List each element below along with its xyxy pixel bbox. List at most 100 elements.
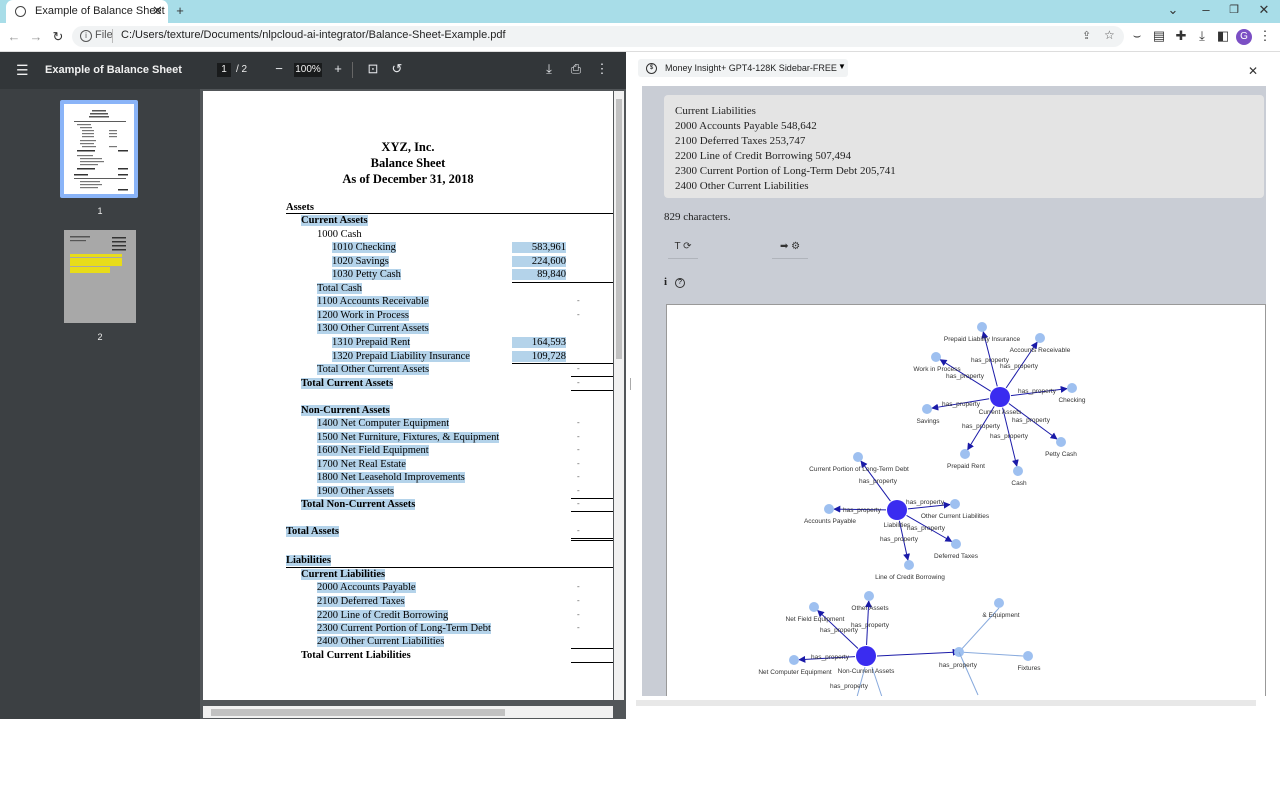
pdf-vertical-scrollbar[interactable] — [614, 91, 624, 700]
graph-node-label: Petty Cash — [1045, 451, 1077, 458]
help-icon[interactable]: ? — [675, 278, 685, 288]
graph-node-label: Accounts Receivable — [1010, 347, 1071, 354]
kebab-menu-icon[interactable]: ⋮ — [1256, 28, 1274, 44]
new-tab-button[interactable]: + — [170, 1, 190, 21]
graph-node[interactable] — [789, 655, 799, 665]
avatar[interactable]: G — [1236, 29, 1252, 45]
graph-node[interactable] — [824, 504, 834, 514]
graph-node[interactable] — [853, 452, 863, 462]
row-petty-cash: 1030 Petty Cash — [332, 269, 401, 280]
row-current-portion-ltd: 2300 Current Portion of Long-Term Debt — [317, 623, 491, 634]
value-dash: - — [577, 310, 580, 319]
tab-search-icon[interactable]: ⌄ — [1163, 0, 1183, 20]
model-name: Money Insight+ GPT4-128K Sidebar-FREE — [665, 63, 837, 73]
graph-node[interactable] — [904, 560, 914, 570]
download-icon[interactable]: ⤓ — [1193, 28, 1211, 44]
download-icon[interactable]: ⤓ — [540, 61, 558, 77]
minimize-button[interactable]: – — [1196, 0, 1216, 20]
info-icon: i — [664, 276, 668, 288]
answer-line: 2400 Other Current Liabilities — [675, 180, 809, 192]
scrollbar-thumb[interactable] — [211, 709, 505, 716]
row-cash: 1000 Cash — [317, 229, 362, 240]
address-bar[interactable]: i File C:/Users/texture/Documents/nlpclo… — [72, 26, 1124, 47]
graph-node[interactable] — [1067, 383, 1077, 393]
drag-handle[interactable] — [630, 378, 631, 390]
graph-node[interactable] — [951, 539, 961, 549]
tab-strip: Example of Balance Sheet ✕ + ⌄ – ❐ ✕ — [0, 0, 1280, 23]
thumbnail-sidebar: 1 2 — [0, 89, 200, 719]
graph-edge-label: has_property — [907, 525, 946, 532]
row-other-assets: 1900 Other Assets — [317, 486, 394, 497]
graph-node[interactable] — [1056, 437, 1066, 447]
more-options-icon[interactable]: ⋮ — [593, 61, 611, 77]
thumbnail-page-1[interactable] — [60, 100, 138, 198]
graph-node[interactable] — [1013, 466, 1023, 476]
reader-icon[interactable]: ▤ — [1150, 28, 1168, 44]
answer-line: 2000 Accounts Payable 548,642 — [675, 120, 817, 132]
graph-hub-node[interactable] — [887, 500, 907, 520]
puzzle-icon[interactable]: ✚ — [1172, 28, 1190, 44]
pdf-title: Example of Balance Sheet — [45, 64, 182, 76]
graph-hub-node[interactable] — [990, 387, 1010, 407]
dollar-icon: $ — [646, 63, 657, 74]
page-number-input[interactable]: 1 — [217, 63, 231, 77]
row-savings: 1020 Savings — [332, 256, 389, 267]
graph-hub-label: Current Assets — [979, 409, 1022, 416]
graph-node[interactable] — [960, 449, 970, 459]
graph-node[interactable] — [977, 322, 987, 332]
maximize-button[interactable]: ❐ — [1224, 0, 1244, 20]
graph-node[interactable] — [1035, 333, 1045, 343]
row-total-nca: Total Non-Current Assets — [301, 499, 416, 510]
graph-edge-label: has_property — [962, 423, 1001, 430]
graph-node[interactable] — [809, 602, 819, 612]
extension-icon[interactable]: ⌣ — [1128, 28, 1146, 44]
fit-page-icon[interactable]: ⊡ — [364, 61, 382, 77]
close-tab-icon[interactable]: ✕ — [152, 3, 163, 19]
graph-node[interactable] — [1023, 651, 1033, 661]
close-icon[interactable]: ✕ — [1248, 64, 1258, 78]
zoom-in-icon[interactable]: + — [329, 61, 347, 76]
graph-node[interactable] — [994, 598, 1004, 608]
info-icon[interactable]: i — [80, 30, 92, 42]
pdf-page[interactable]: XYZ, Inc. Balance Sheet As of December 3… — [203, 91, 613, 700]
graph-node[interactable] — [950, 499, 960, 509]
url-text[interactable]: C:/Users/texture/Documents/nlpcloud-ai-i… — [121, 29, 506, 41]
graph-hub-node[interactable] — [856, 646, 876, 666]
browser-tab[interactable]: Example of Balance Sheet ✕ — [6, 0, 168, 23]
graph-node[interactable] — [864, 591, 874, 601]
divider — [512, 363, 613, 364]
reload-icon[interactable]: ↻ — [48, 27, 68, 47]
forward-icon[interactable]: → — [26, 27, 46, 47]
model-selector[interactable]: $ Money Insight+ GPT4-128K Sidebar-FREE … — [638, 59, 848, 77]
value-dash: - — [577, 459, 580, 468]
row-line-of-credit: 2200 Line of Credit Borrowing — [317, 610, 449, 621]
knowledge-graph[interactable]: Prepaid Liability Insurance has_property A… — [666, 304, 1266, 696]
graph-node[interactable] — [931, 352, 941, 362]
send-settings-button[interactable]: ➡ ⚙ — [772, 236, 808, 259]
zoom-input[interactable]: 100% — [294, 63, 322, 77]
close-window-button[interactable]: ✕ — [1254, 0, 1274, 20]
share-icon[interactable]: ⇪ — [1082, 29, 1091, 42]
graph-node[interactable] — [922, 404, 932, 414]
graph-edge-label: has_property — [990, 433, 1029, 440]
text-refresh-button[interactable]: T ⟳ — [668, 236, 698, 259]
value-savings: 224,600 — [512, 256, 566, 267]
thumbnail-page-2[interactable] — [64, 230, 136, 323]
zoom-out-icon[interactable]: − — [270, 61, 288, 76]
panel-splitter[interactable] — [626, 52, 636, 719]
bookmark-star-icon[interactable]: ☆ — [1104, 28, 1115, 42]
back-icon[interactable]: ← — [4, 27, 24, 47]
row-non-current-assets: Non-Current Assets — [301, 405, 390, 416]
side-panel-icon[interactable]: ◧ — [1214, 28, 1232, 44]
divider — [571, 511, 613, 512]
print-icon[interactable]: ⎙ — [567, 61, 585, 77]
rotate-icon[interactable]: ↺ — [388, 61, 406, 77]
hamburger-menu-icon[interactable]: ☰ — [16, 62, 29, 79]
side-panel-scrollbar[interactable] — [636, 700, 1256, 706]
graph-canvas[interactable]: Prepaid Liability Insurance has_property A… — [667, 305, 1265, 696]
value-dash: - — [577, 296, 580, 305]
scrollbar-thumb[interactable] — [616, 99, 622, 359]
chevron-down-icon: ▼ — [838, 62, 846, 71]
graph-edge — [958, 651, 979, 696]
pdf-horizontal-scrollbar[interactable] — [203, 706, 613, 718]
